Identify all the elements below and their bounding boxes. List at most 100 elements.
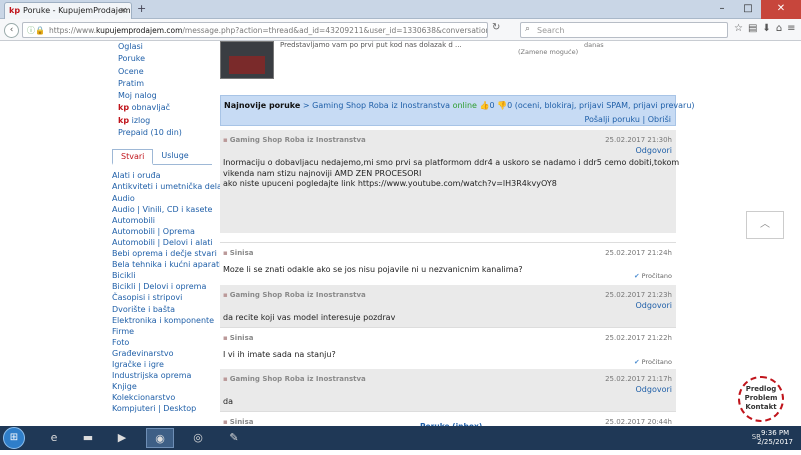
chrome-icon[interactable]: ◎ (184, 428, 212, 448)
reply-link[interactable]: Odgovori (636, 301, 673, 310)
thumbs-up-icon: 👍 (479, 101, 490, 110)
menu-poruke[interactable]: Poruke (112, 53, 217, 65)
category-link[interactable]: Antikviteti i umetnička dela (112, 181, 222, 192)
close-window-icon[interactable]: ✕ (761, 0, 801, 19)
kp-logo-icon: kp (9, 6, 21, 15)
menu-icon[interactable]: ≡ (787, 23, 795, 34)
download-icon[interactable]: ⬇ (762, 23, 770, 34)
scroll-top-button[interactable]: ︿ (746, 211, 784, 239)
ie-icon[interactable]: e (40, 428, 68, 448)
menu-oglasi[interactable]: Oglasi (112, 41, 217, 53)
taskbar-clock[interactable]: 9:36 PM 2/25/2017 (757, 429, 793, 447)
category-link[interactable]: Igračke i igre (112, 359, 217, 370)
category-link[interactable]: Industrijska oprema (112, 370, 217, 381)
menu-kp-obnavljac[interactable]: kp obnavljač (112, 102, 217, 114)
category-link[interactable]: Bicikli (112, 270, 217, 281)
minimize-icon[interactable]: – (709, 0, 735, 19)
new-tab-icon[interactable]: + (137, 2, 146, 15)
bookmark-icon[interactable]: ▤ (748, 23, 757, 34)
url-bar[interactable]: ⓘ🔒 https://www.kupujemprodajem.com/messa… (22, 22, 488, 38)
feedback-badge[interactable]: Predlog Problem Kontakt (738, 376, 784, 422)
firefox-icon[interactable]: ◉ (146, 428, 174, 448)
maximize-icon[interactable]: □ (735, 0, 761, 19)
check-icon: ✔ (634, 358, 642, 366)
message-date: 25.02.2017 21:17h (605, 375, 672, 383)
message-text: da (223, 397, 233, 406)
conversation-actions[interactable]: (oceni, blokiraj, prijavi SPAM, prijavi … (515, 101, 695, 110)
browser-tab[interactable]: kp Poruke - KupujemProdajem ✕ (4, 2, 132, 19)
folder-icon[interactable]: ▬ (74, 428, 102, 448)
ad-thumbnail[interactable] (220, 41, 274, 79)
menu-moj-nalog[interactable]: Moj nalog (112, 90, 217, 102)
category-link[interactable]: Audio (112, 193, 217, 204)
message-item: ▪ Gaming Shop Roba iz Inostranstva 25.02.2… (220, 285, 676, 327)
tab-title: Poruke - KupujemProdajem (23, 6, 131, 15)
dislikes-count: 0 (507, 101, 513, 110)
category-link[interactable]: Automobili | Delovi i alati (112, 237, 217, 248)
message-sender: ▪ Sinisa (223, 249, 253, 257)
reply-link[interactable]: Odgovori (636, 146, 673, 155)
category-link[interactable]: Firme (112, 326, 217, 337)
search-input[interactable]: ⌕ Search (520, 22, 728, 38)
sender-name: Sinisa (229, 334, 254, 342)
media-player-icon[interactable]: ▶ (108, 428, 136, 448)
sender-name: Gaming Shop Roba iz Inostranstva (229, 136, 366, 144)
search-placeholder: Search (537, 26, 565, 35)
category-link[interactable]: Knjige (112, 381, 217, 392)
window-titlebar: kp Poruke - KupujemProdajem ✕ + – □ ✕ (0, 0, 801, 19)
message-sender: ▪ Sinisa (223, 418, 253, 426)
message-sender: ▪ Gaming Shop Roba iz Inostranstva (223, 375, 366, 383)
category-link[interactable]: Građevinarstvo (112, 348, 217, 359)
message-item: ▪ Gaming Shop Roba iz Inostranstva 25.02.2… (220, 369, 676, 411)
conversation-header: Najnovije poruke > Gaming Shop Roba iz I… (220, 95, 695, 126)
back-icon[interactable]: ‹ (4, 23, 19, 38)
home-icon[interactable]: ⌂ (776, 23, 782, 34)
menu-prepaid[interactable]: Prepaid (10 din) (112, 127, 217, 139)
category-link[interactable]: Automobili (112, 215, 217, 226)
message-sender: ▪ Gaming Shop Roba iz Inostranstva (223, 291, 366, 299)
message-text: ako niste upuceni pogledajte link https:… (223, 179, 557, 188)
reply-link[interactable]: Odgovori (636, 385, 673, 394)
message-item: ▪ Sinisa 25.02.2017 21:22h I vi ih imate sa… (220, 327, 676, 369)
category-link[interactable]: Foto (112, 337, 217, 348)
category-link[interactable]: Alati i oruđa (112, 170, 217, 181)
close-tab-icon[interactable]: ✕ (120, 6, 127, 15)
category-link[interactable]: Bicikli | Delovi i oprema (112, 281, 217, 292)
seller-name-link[interactable]: Gaming Shop Roba iz Inostranstva (312, 101, 450, 110)
message-icon: ▪ (223, 334, 228, 342)
url-domain: kupujemprodajem.com (95, 26, 183, 35)
category-link[interactable]: Časopisi i stripovi (112, 292, 217, 303)
url-prefix: https://www. (49, 26, 96, 35)
message-date: 25.02.2017 21:24h (605, 249, 672, 257)
read-status: ✔ Pročitano (634, 272, 672, 280)
read-label: Pročitano (641, 272, 672, 280)
category-link[interactable]: Kompjuteri | Desktop (112, 403, 217, 414)
category-link[interactable]: Dvorište i bašta (112, 304, 217, 315)
likes-count: 0 (489, 101, 495, 110)
kp-logo-icon: kp (118, 103, 130, 113)
menu-kp-izlog[interactable]: kp izlog (112, 115, 217, 127)
category-link[interactable]: Elektronika i komponente (112, 315, 217, 326)
reload-icon[interactable]: ↻ (492, 22, 506, 38)
message-date: 25.02.2017 21:22h (605, 334, 672, 342)
lock-icon: ⓘ🔒 (27, 26, 45, 35)
start-button-icon[interactable]: ⊞ (3, 427, 25, 449)
message-icon: ▪ (223, 136, 228, 144)
tab-stvari[interactable]: Stvari (112, 149, 154, 166)
send-delete-links[interactable]: Pošalji poruku | Obriši (584, 115, 671, 124)
category-link[interactable]: Audio | Vinili, CD i kasete (112, 204, 217, 215)
menu-pratim[interactable]: Pratim (112, 78, 217, 90)
message-icon: ▪ (223, 418, 228, 426)
ad-zamene: (Zamene moguće) (518, 48, 579, 56)
category-link[interactable]: Bebi oprema i dečje stvari (112, 248, 217, 259)
star-icon[interactable]: ☆ (734, 23, 743, 34)
message-icon: ▪ (223, 249, 228, 257)
tab-usluge[interactable]: Usluge (153, 149, 196, 164)
category-link[interactable]: Kolekcionarstvo (112, 392, 217, 403)
category-link[interactable]: Bela tehnika i kućni aparati (112, 259, 221, 270)
paint-icon[interactable]: ✎ (220, 428, 248, 448)
menu-ocene[interactable]: Ocene (112, 66, 217, 78)
message-sender: ▪ Sinisa (223, 334, 253, 342)
category-link[interactable]: Automobili | Oprema (112, 226, 217, 237)
message-date: 25.02.2017 21:30h (605, 136, 672, 144)
